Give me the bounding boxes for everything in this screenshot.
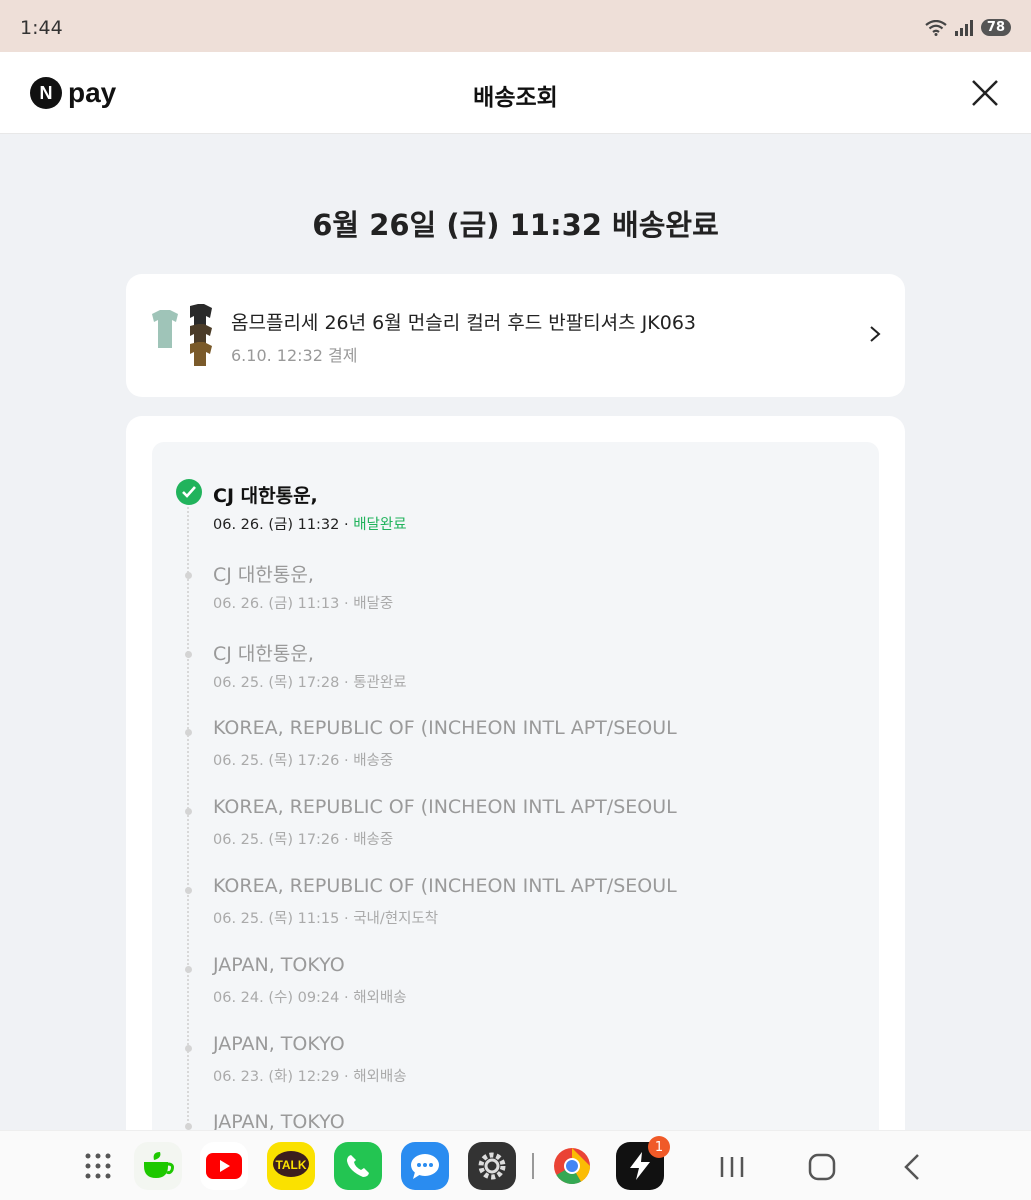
timeline-dot	[185, 650, 192, 658]
event-datetime: 06. 25. (목) 17:26	[213, 753, 340, 770]
event-status: 해외배송	[353, 989, 407, 1006]
app-header: N pay 배송조회	[0, 52, 1031, 134]
event-meta: 06. 25. (목) 17:28 · 통관완료	[213, 671, 407, 692]
signal-icon	[954, 19, 973, 36]
timeline-line	[187, 492, 189, 1192]
event-status: 배송중	[353, 832, 394, 849]
meta-separator: ·	[339, 911, 354, 927]
event-datetime: 06. 26. (금) 11:13	[213, 595, 340, 612]
kakaotalk-icon[interactable]: TALK	[267, 1142, 315, 1190]
event-status: 통관완료	[353, 674, 407, 691]
tracking-timeline: CJ 대한통운, 06. 26. (금) 11:32 · 배달완료 CJ 대한통운,…	[152, 442, 879, 1192]
recent-apps-icon[interactable]	[718, 1155, 746, 1179]
check-circle-icon	[176, 479, 202, 505]
wifi-icon	[925, 19, 947, 36]
meta-separator: ·	[339, 595, 354, 612]
chevron-right-icon[interactable]	[869, 325, 881, 343]
event-meta: 06. 26. (금) 11:13 · 배달중	[213, 592, 393, 613]
event-meta: 06. 23. (화) 12:29 · 해외배송	[213, 1065, 407, 1086]
timeline-dot	[185, 965, 192, 973]
event-meta: 06. 25. (목) 17:26 · 배송중	[213, 749, 393, 770]
event-location: KOREA, REPUBLIC OF (INCHEON INTL APT/SEO…	[213, 717, 677, 740]
settings-icon[interactable]	[468, 1142, 516, 1190]
event-location: CJ 대한통운,	[213, 563, 314, 586]
event-datetime: 06. 25. (목) 17:26	[213, 832, 340, 849]
meta-separator: ·	[339, 753, 354, 770]
event-status: 국내/현지도착	[353, 911, 439, 927]
page-title: 배송조회	[473, 85, 558, 111]
close-icon[interactable]	[971, 79, 999, 107]
bolt-app-icon[interactable]: 1	[616, 1136, 670, 1190]
event-location: CJ 대한통운,	[213, 642, 314, 665]
timeline-dot	[185, 1044, 192, 1052]
event-location: JAPAN, TOKYO	[213, 953, 345, 976]
status-bar: 1:44 78	[0, 0, 1031, 52]
system-nav-bar: TALK 1	[0, 1130, 1031, 1200]
product-thumbnail	[152, 304, 212, 366]
meta-separator: ·	[339, 832, 354, 849]
product-name: 옴므플리세 26년 6월 먼슬리 컬러 후드 반팔티셔츠 JK063	[231, 312, 696, 334]
meta-separator: ·	[339, 674, 354, 691]
event-datetime: 06. 26. (금) 11:32	[213, 517, 340, 533]
event-meta: 06. 25. (목) 17:26 · 배송중	[213, 828, 393, 849]
back-icon[interactable]	[903, 1153, 921, 1181]
notification-badge: 1	[648, 1136, 670, 1158]
messages-icon[interactable]	[401, 1142, 449, 1190]
event-meta: 06. 24. (수) 09:24 · 해외배송	[213, 986, 407, 1007]
naver-cafe-icon[interactable]	[134, 1142, 182, 1190]
timeline-dot	[185, 729, 192, 737]
nav-divider	[532, 1153, 534, 1179]
timeline-dot	[185, 887, 192, 894]
status-icons: 78	[925, 19, 1011, 36]
meta-separator: ·	[339, 989, 354, 1006]
event-location: KOREA, REPUBLIC OF (INCHEON INTL APT/SEO…	[213, 796, 677, 819]
status-time: 1:44	[20, 17, 63, 39]
event-datetime: 06. 25. (목) 17:28	[213, 674, 340, 691]
timeline-dot	[185, 808, 192, 816]
kakaotalk-label: TALK	[275, 1158, 306, 1172]
payment-date: 6.10. 12:32 결제	[231, 346, 358, 365]
event-datetime: 06. 25. (목) 11:15	[213, 911, 340, 927]
event-meta: 06. 25. (목) 11:15 · 국내/현지도착	[213, 907, 438, 928]
event-meta: 06. 26. (금) 11:32 · 배달완료	[213, 513, 407, 534]
event-datetime: 06. 24. (수) 09:24	[213, 989, 340, 1006]
event-status: 해외배송	[353, 1068, 407, 1085]
timeline-dot	[185, 571, 192, 579]
delivery-status-title: 6월 26일 (금) 11:32 배송완료	[312, 208, 719, 242]
event-location: KOREA, REPUBLIC OF (INCHEON INTL APT/SEO…	[213, 875, 677, 897]
event-location: CJ 대한통운,	[213, 485, 318, 507]
meta-separator: ·	[339, 517, 354, 533]
battery-indicator: 78	[980, 19, 1011, 36]
meta-separator: ·	[339, 1068, 354, 1085]
home-icon[interactable]	[808, 1153, 836, 1181]
tracking-card: CJ 대한통운, 06. 26. (금) 11:32 · 배달완료 CJ 대한통운,…	[126, 416, 905, 1192]
apps-grid-icon[interactable]	[74, 1142, 122, 1190]
chrome-icon[interactable]	[548, 1142, 596, 1190]
event-status: 배달중	[353, 595, 394, 612]
event-status: 배달완료	[353, 517, 407, 533]
event-location: JAPAN, TOKYO	[213, 1032, 345, 1055]
event-status: 배송중	[353, 753, 394, 770]
event-datetime: 06. 23. (화) 12:29	[213, 1068, 340, 1085]
phone-icon[interactable]	[334, 1142, 382, 1190]
product-card[interactable]: 옴므플리세 26년 6월 먼슬리 컬러 후드 반팔티셔츠 JK063 6.10.…	[126, 274, 905, 397]
youtube-icon[interactable]	[200, 1142, 248, 1190]
